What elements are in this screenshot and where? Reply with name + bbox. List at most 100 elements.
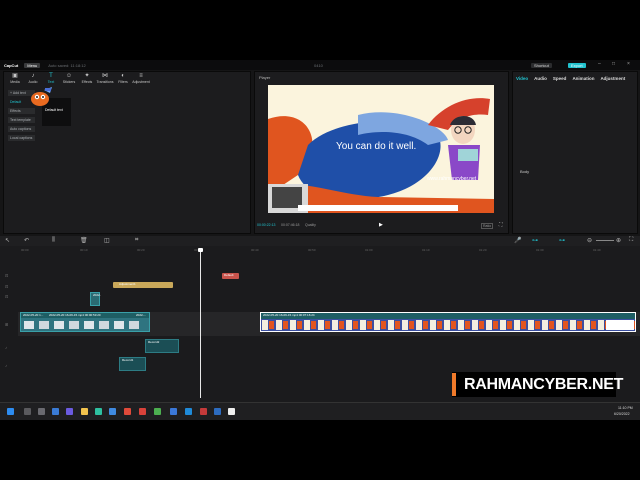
ruler-tick: 01:40 — [593, 248, 601, 252]
media-icon: ▣ — [12, 73, 18, 79]
undo-icon[interactable]: ↶ — [24, 237, 29, 244]
track-lock-icon[interactable]: ⊡ — [5, 294, 8, 299]
close-icon[interactable]: × — [627, 61, 630, 67]
track-lock-icon[interactable]: ⊡ — [5, 284, 8, 289]
tab-adjustment-props[interactable]: Adjustment — [600, 76, 625, 81]
fullscreen-icon[interactable]: ⛶ — [499, 222, 503, 228]
tab-media[interactable]: ▣ Media — [6, 73, 24, 86]
timeline-ruler: 00:00 00:10 00:20 00:30 00:40 00:50 01:0… — [0, 247, 640, 255]
mirror-icon[interactable]: ◫ — [104, 237, 110, 244]
text-template-item[interactable]: Text template — [8, 117, 35, 123]
link-icon[interactable]: ⊶ — [559, 237, 565, 244]
search-icon[interactable] — [24, 408, 31, 415]
slide-url: www.rahmancyber.net — [427, 176, 477, 182]
play-icon[interactable]: ▶ — [379, 222, 383, 228]
ruler-tick: 01:10 — [422, 248, 430, 252]
app-icon[interactable] — [185, 408, 192, 415]
clip-thumbnails — [21, 318, 149, 331]
zoom-in-icon[interactable]: ⊕ — [616, 237, 621, 244]
windows-taskbar: 11:10 PM 6/20/2022 — [0, 402, 640, 420]
playhead[interactable] — [200, 248, 201, 398]
tab-adjustment[interactable]: ≡ Adjustment — [132, 73, 150, 86]
app-icon[interactable] — [214, 408, 221, 415]
text-icon: T — [49, 73, 53, 79]
minimize-icon[interactable]: – — [598, 61, 601, 67]
mic-icon[interactable]: 🎤 — [514, 237, 521, 244]
tab-filters[interactable]: ◐ Filters — [114, 73, 132, 86]
store-icon[interactable] — [109, 408, 116, 415]
slide-caption: You can do it well. — [336, 141, 417, 152]
widgets-icon[interactable] — [52, 408, 59, 415]
tab-transitions[interactable]: ⋈ Transitions — [96, 73, 114, 86]
zoom-out-icon[interactable]: ⊖ — [587, 237, 592, 244]
ratio-button[interactable]: Ratio — [481, 223, 494, 229]
text-clip[interactable]: Default — [222, 273, 239, 279]
tab-animation[interactable]: Animation — [572, 76, 594, 81]
auto-captions-item[interactable]: Auto captions — [8, 126, 35, 132]
export-button[interactable]: Export — [568, 62, 586, 68]
filters-icon: ◐ — [121, 73, 125, 79]
app-icon[interactable] — [139, 408, 146, 415]
maximize-icon[interactable]: □ — [612, 61, 615, 67]
project-title: 0410 — [314, 62, 323, 68]
delete-icon[interactable]: 🗑 — [80, 237, 88, 244]
playhead-handle[interactable] — [198, 248, 203, 252]
ruler-tick: 01:00 — [365, 248, 373, 252]
local-captions-item[interactable]: Local captions — [8, 135, 35, 141]
windows-start-icon[interactable] — [7, 408, 14, 415]
tab-stickers[interactable]: ☺ Stickers — [60, 73, 78, 86]
audio-track-icon[interactable]: ♪ — [5, 363, 7, 368]
transitions-icon: ⋈ — [102, 73, 108, 79]
player-controls: 00:00:22:13 00:07:46:18 Quality ▶ Ratio … — [255, 222, 509, 230]
tab-video[interactable]: Video — [516, 76, 528, 81]
adjustment-clip[interactable]: Adjustment1 — [113, 282, 173, 288]
ruler-tick: 00:10 — [80, 248, 88, 252]
body-label: Body — [520, 169, 530, 174]
long-clip-thumbnails — [261, 319, 635, 331]
task-view-icon[interactable] — [38, 408, 45, 415]
shortcut-button[interactable]: Shortcut — [531, 62, 552, 68]
ruler-tick: 01:30 — [536, 248, 544, 252]
watermark-text: RAHMANCYBER.NET — [464, 376, 624, 393]
audio-track-icon[interactable]: ♪ — [5, 345, 7, 350]
overlay-clip[interactable]: 2022- — [90, 292, 101, 306]
effects-item[interactable]: Effects — [8, 108, 35, 114]
magnet-icon[interactable]: ⊶ — [532, 237, 538, 244]
record2-clip[interactable]: Record2 — [145, 339, 179, 353]
track-lock-icon[interactable]: ⊡ — [5, 273, 8, 278]
crop-icon[interactable]: ⌗ — [135, 237, 138, 244]
edge-icon[interactable] — [95, 408, 102, 415]
ruler-tick: 01:20 — [479, 248, 487, 252]
capcut-taskbar-icon[interactable] — [228, 408, 235, 415]
main-clip-long[interactable]: 2022-05-20 16-09-15.mp4 00:07:16:24 — [260, 312, 636, 332]
zoom-slider[interactable] — [596, 240, 614, 241]
ruler-tick: 00:50 — [308, 248, 316, 252]
app-icon[interactable] — [200, 408, 207, 415]
quality-select[interactable]: Quality — [305, 223, 316, 227]
watermark-accent-bar — [452, 373, 456, 396]
file-explorer-icon[interactable] — [81, 408, 88, 415]
mascot-sticker — [31, 87, 52, 106]
main-track-icon[interactable]: ⊞ — [5, 322, 8, 327]
total-time: 00:07:46:18 — [281, 223, 300, 227]
fit-icon[interactable]: ⛶ — [629, 237, 633, 244]
ruler-tick: 00:00 — [21, 248, 29, 252]
app-icon[interactable] — [124, 408, 131, 415]
title-bar: CapCut Menu Auto saved: 11:18:12 0410 Sh… — [0, 60, 640, 70]
taskbar-date: 6/20/2022 — [614, 412, 630, 416]
tab-audio-props[interactable]: Audio — [534, 76, 547, 81]
app-icon[interactable] — [170, 408, 177, 415]
tab-effects[interactable]: ✦ Effects — [78, 73, 96, 86]
tab-speed[interactable]: Speed — [553, 76, 567, 81]
menu-button[interactable]: Menu — [24, 62, 41, 68]
main-clip-1[interactable]: 2022-05-20 1... 2022-05-20 16-09-15.mp4 … — [20, 312, 150, 332]
record1-clip[interactable]: Record1 — [119, 357, 146, 371]
chat-icon[interactable] — [66, 408, 73, 415]
chrome-icon[interactable] — [154, 408, 161, 415]
video-preview[interactable]: You can do it well. www.rahmancyber.net — [268, 85, 494, 213]
select-tool-icon[interactable]: ↖ — [5, 237, 10, 244]
effects-icon: ✦ — [84, 73, 90, 79]
adjustment-icon: ≡ — [139, 73, 143, 79]
split-icon[interactable]: ⫼ — [52, 237, 55, 244]
autosave-status: Auto saved: 11:18:12 — [48, 62, 86, 68]
